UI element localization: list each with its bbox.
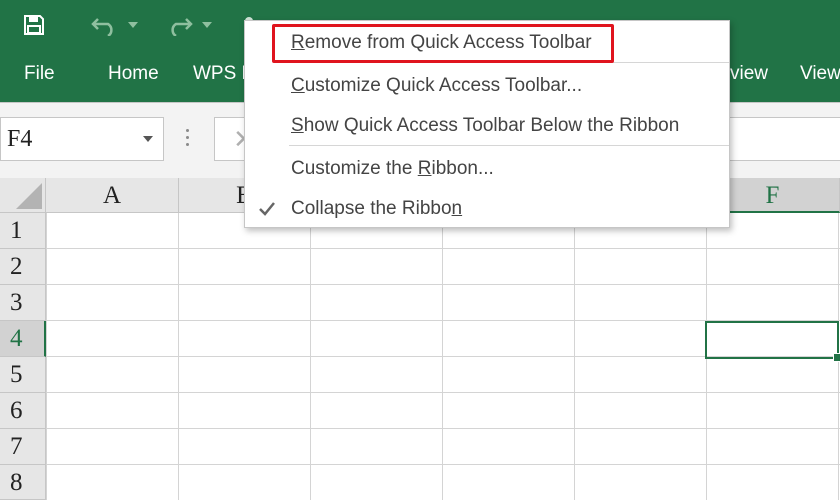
tab-review[interactable]: view — [730, 52, 768, 96]
tab-file[interactable]: File — [24, 52, 55, 96]
menu-item-customize-ribbon[interactable]: Customize the Ribbon... — [291, 151, 494, 187]
menu-item-collapse-ribbon[interactable]: Collapse the Ribbon — [291, 191, 462, 227]
highlight-annotation — [272, 24, 614, 63]
undo-dropdown-icon[interactable] — [126, 12, 140, 38]
save-icon[interactable] — [20, 12, 48, 38]
grip-icon[interactable] — [186, 129, 189, 151]
undo-icon[interactable] — [88, 12, 122, 38]
name-box[interactable]: F4 — [0, 117, 164, 161]
checkmark-icon — [257, 199, 277, 219]
fill-handle[interactable] — [833, 353, 840, 362]
tab-home[interactable]: Home — [108, 52, 159, 96]
row-header-7[interactable]: 7 — [0, 429, 46, 465]
select-all-icon — [16, 183, 42, 209]
row-header-2[interactable]: 2 — [0, 249, 46, 285]
column-header-a[interactable]: A — [46, 178, 179, 213]
menu-item-show-qat-below[interactable]: Show Quick Access Toolbar Below the Ribb… — [291, 108, 679, 144]
redo-dropdown-icon[interactable] — [200, 12, 214, 38]
name-box-value: F4 — [7, 126, 33, 152]
row-header-4[interactable]: 4 — [0, 321, 46, 357]
row-header-8[interactable]: 8 — [0, 465, 46, 500]
tab-view[interactable]: View — [800, 52, 840, 96]
menu-item-customize-qat[interactable]: Customize Quick Access Toolbar... — [291, 68, 582, 104]
row-header-6[interactable]: 6 — [0, 393, 46, 429]
select-all-button[interactable] — [0, 178, 46, 213]
redo-icon[interactable] — [162, 12, 196, 38]
row-header-3[interactable]: 3 — [0, 285, 46, 321]
menu-separator — [289, 145, 729, 146]
row-header-5[interactable]: 5 — [0, 357, 46, 393]
row-header-1[interactable]: 1 — [0, 213, 46, 249]
chevron-down-icon[interactable] — [143, 136, 153, 142]
selected-cell-f4[interactable] — [705, 321, 839, 359]
